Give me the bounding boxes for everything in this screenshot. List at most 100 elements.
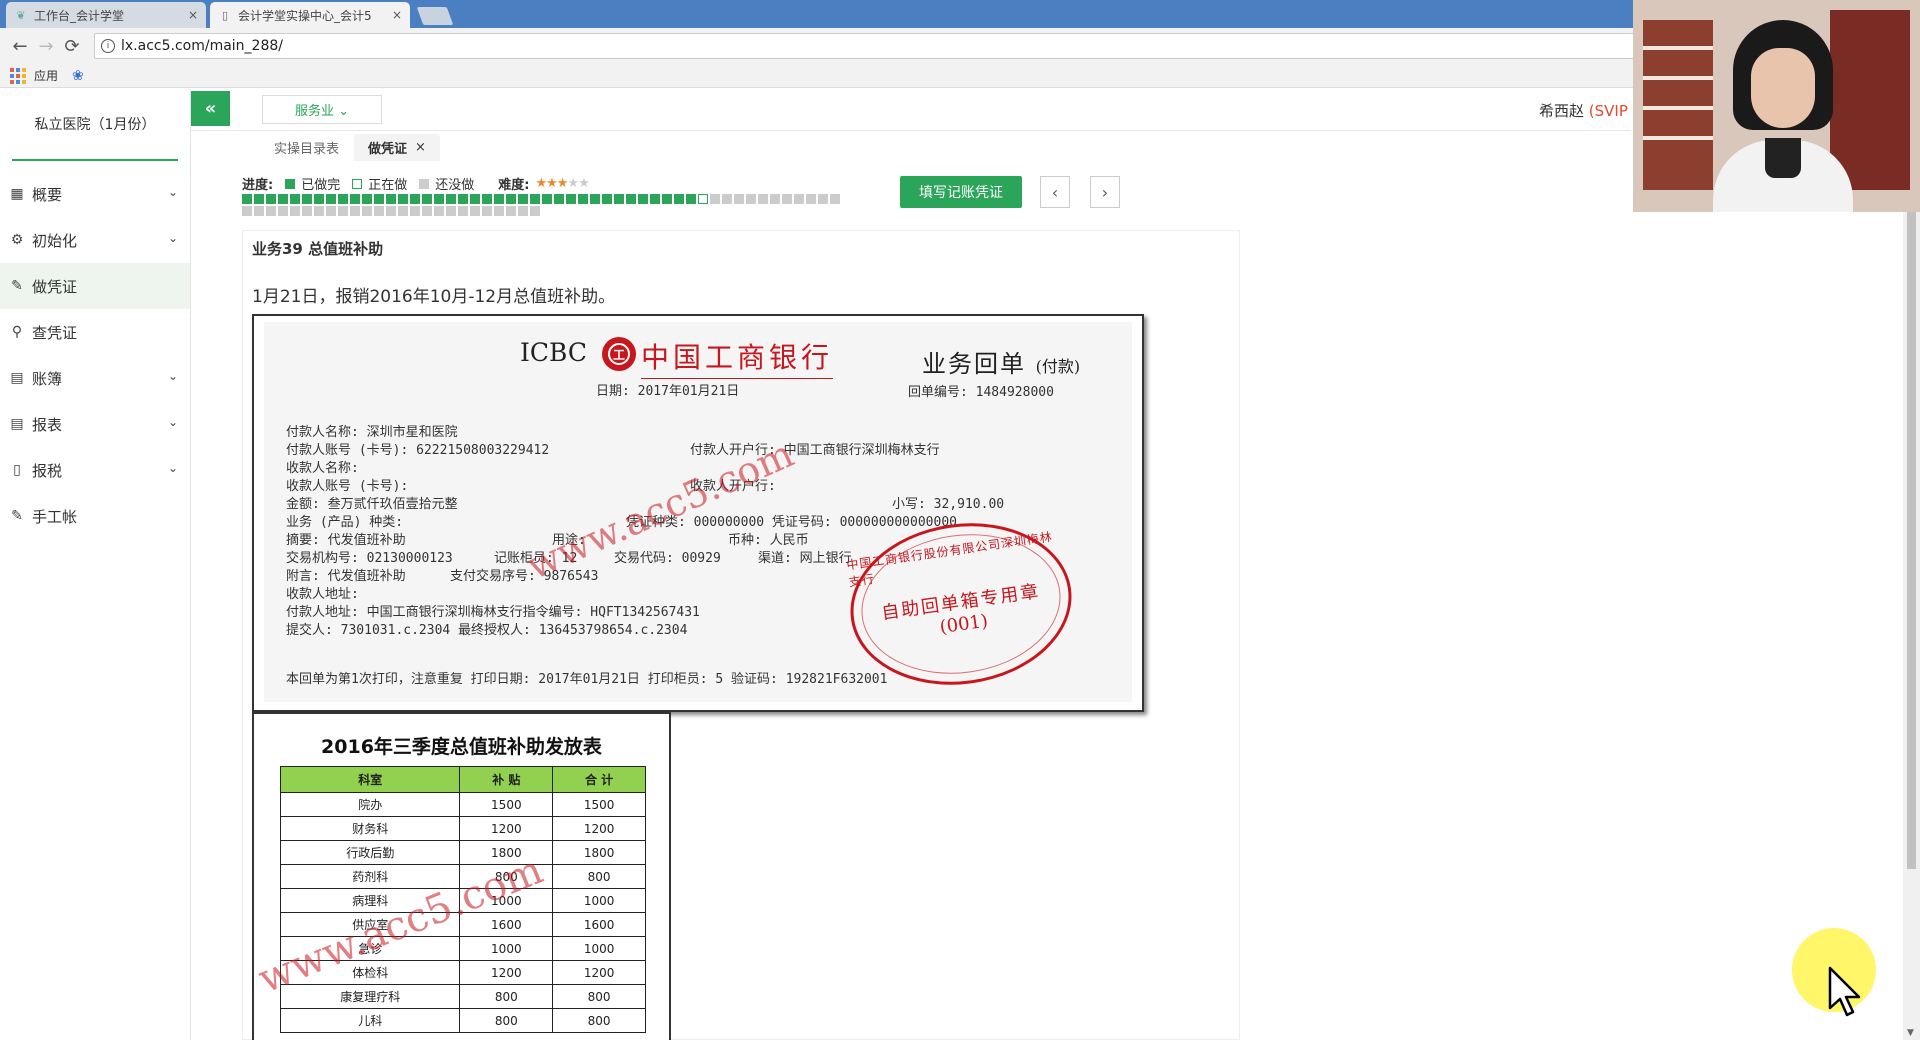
progress-cell[interactable] <box>458 206 468 216</box>
progress-cell[interactable] <box>458 194 468 204</box>
progress-cell[interactable] <box>506 206 516 216</box>
progress-cell[interactable] <box>290 206 300 216</box>
user-name[interactable]: 希西赵 (SVIP <box>1539 100 1628 121</box>
progress-cell[interactable] <box>518 194 528 204</box>
progress-cell[interactable] <box>542 194 552 204</box>
scroll-down-icon[interactable]: ▼ <box>1907 1028 1914 1038</box>
progress-cell[interactable] <box>482 206 492 216</box>
progress-cell[interactable] <box>770 194 780 204</box>
progress-cell[interactable] <box>362 194 372 204</box>
progress-cell[interactable] <box>326 194 336 204</box>
apps-grid-icon[interactable] <box>10 67 26 84</box>
progress-cell[interactable] <box>350 206 360 216</box>
progress-cell[interactable] <box>434 206 444 216</box>
progress-cell[interactable] <box>374 194 384 204</box>
tab-catalog[interactable]: 实操目录表 <box>260 134 353 161</box>
progress-cell[interactable] <box>266 206 276 216</box>
progress-cell[interactable] <box>650 194 660 204</box>
progress-cell[interactable] <box>686 194 696 204</box>
progress-cell[interactable] <box>494 206 504 216</box>
progress-cell[interactable] <box>794 194 804 204</box>
progress-cell[interactable] <box>374 206 384 216</box>
progress-cell[interactable] <box>362 206 372 216</box>
sidebar-item-tax[interactable]: ▯ 报税 ⌄ <box>0 447 190 493</box>
industry-dropdown[interactable]: 服务业 ⌄ <box>262 95 382 124</box>
progress-cell[interactable] <box>398 206 408 216</box>
progress-cell[interactable] <box>830 194 840 204</box>
collapse-sidebar-button[interactable]: « <box>191 91 230 126</box>
forward-button[interactable]: → <box>34 34 58 58</box>
progress-cell[interactable] <box>446 206 456 216</box>
sidebar-item-query-voucher[interactable]: ⚲ 查凭证 <box>0 309 190 355</box>
info-icon[interactable]: i <box>101 39 115 53</box>
progress-cell[interactable] <box>386 206 396 216</box>
progress-cell[interactable] <box>254 206 264 216</box>
new-tab-button[interactable] <box>416 7 454 25</box>
progress-cell[interactable] <box>530 206 540 216</box>
progress-cell[interactable] <box>578 194 588 204</box>
progress-cell[interactable] <box>590 194 600 204</box>
apps-label[interactable]: 应用 <box>34 67 58 84</box>
progress-cell[interactable] <box>518 206 528 216</box>
progress-cell[interactable] <box>602 194 612 204</box>
progress-cell[interactable] <box>746 194 756 204</box>
sidebar-item-initialize[interactable]: ⚙ 初始化 ⌄ <box>0 217 190 263</box>
progress-cell[interactable] <box>638 194 648 204</box>
progress-cell[interactable] <box>530 194 540 204</box>
progress-cell[interactable] <box>242 206 252 216</box>
progress-cell[interactable] <box>338 206 348 216</box>
progress-cell[interactable] <box>710 194 720 204</box>
progress-cell[interactable] <box>410 194 420 204</box>
progress-cell[interactable] <box>290 194 300 204</box>
back-button[interactable]: ← <box>8 34 32 58</box>
progress-cell[interactable] <box>254 194 264 204</box>
progress-cell[interactable] <box>350 194 360 204</box>
progress-cell[interactable] <box>758 194 768 204</box>
browser-tab-practice[interactable]: ▯ 会计学堂实操中心_会计5 × <box>210 2 410 28</box>
progress-cell[interactable] <box>422 206 432 216</box>
close-icon[interactable]: × <box>415 140 426 155</box>
progress-cell[interactable] <box>470 194 480 204</box>
progress-cell[interactable] <box>242 194 252 204</box>
progress-cell[interactable] <box>482 194 492 204</box>
progress-cell[interactable] <box>734 194 744 204</box>
progress-cell[interactable] <box>278 206 288 216</box>
progress-cell[interactable] <box>626 194 636 204</box>
baidu-paw-icon[interactable]: ❀ <box>72 68 84 84</box>
progress-cell[interactable] <box>434 194 444 204</box>
progress-cell[interactable] <box>314 206 324 216</box>
progress-cell[interactable] <box>266 194 276 204</box>
sidebar-item-manual-ledger[interactable]: ✎ 手工帐 <box>0 493 190 539</box>
progress-cell[interactable] <box>278 194 288 204</box>
progress-cell[interactable] <box>314 194 324 204</box>
progress-cell[interactable] <box>326 206 336 216</box>
tab-close-icon[interactable]: × <box>188 8 198 22</box>
progress-cell[interactable] <box>818 194 828 204</box>
browser-tab-workbench[interactable]: ❦ 工作台_会计学堂 × <box>6 2 206 28</box>
progress-cell[interactable] <box>554 194 564 204</box>
sidebar-item-ledger[interactable]: ▤ 账簿 ⌄ <box>0 355 190 401</box>
progress-cell[interactable] <box>722 194 732 204</box>
tab-make-voucher[interactable]: 做凭证 × <box>354 134 440 161</box>
progress-cell[interactable] <box>494 194 504 204</box>
tab-close-icon[interactable]: × <box>392 8 402 22</box>
progress-cell[interactable] <box>386 194 396 204</box>
progress-cell[interactable] <box>662 194 672 204</box>
sidebar-item-reports[interactable]: ▤ 报表 ⌄ <box>0 401 190 447</box>
sidebar-item-overview[interactable]: ▦ 概要 ⌄ <box>0 171 190 217</box>
progress-cell[interactable] <box>506 194 516 204</box>
progress-cell[interactable] <box>398 194 408 204</box>
progress-cell[interactable] <box>566 194 576 204</box>
progress-cell[interactable] <box>302 194 312 204</box>
progress-cell[interactable] <box>446 194 456 204</box>
next-button[interactable]: › <box>1090 176 1120 208</box>
scrollbar-thumb[interactable] <box>1907 209 1916 869</box>
progress-cell[interactable] <box>674 194 684 204</box>
vertical-scrollbar[interactable]: ▲ ▼ <box>1903 89 1920 1040</box>
progress-cell[interactable] <box>806 194 816 204</box>
progress-cell[interactable] <box>410 206 420 216</box>
fill-voucher-button[interactable]: 填写记账凭证 <box>900 176 1022 208</box>
progress-cell[interactable] <box>470 206 480 216</box>
progress-cell[interactable] <box>338 194 348 204</box>
progress-cell[interactable] <box>422 194 432 204</box>
